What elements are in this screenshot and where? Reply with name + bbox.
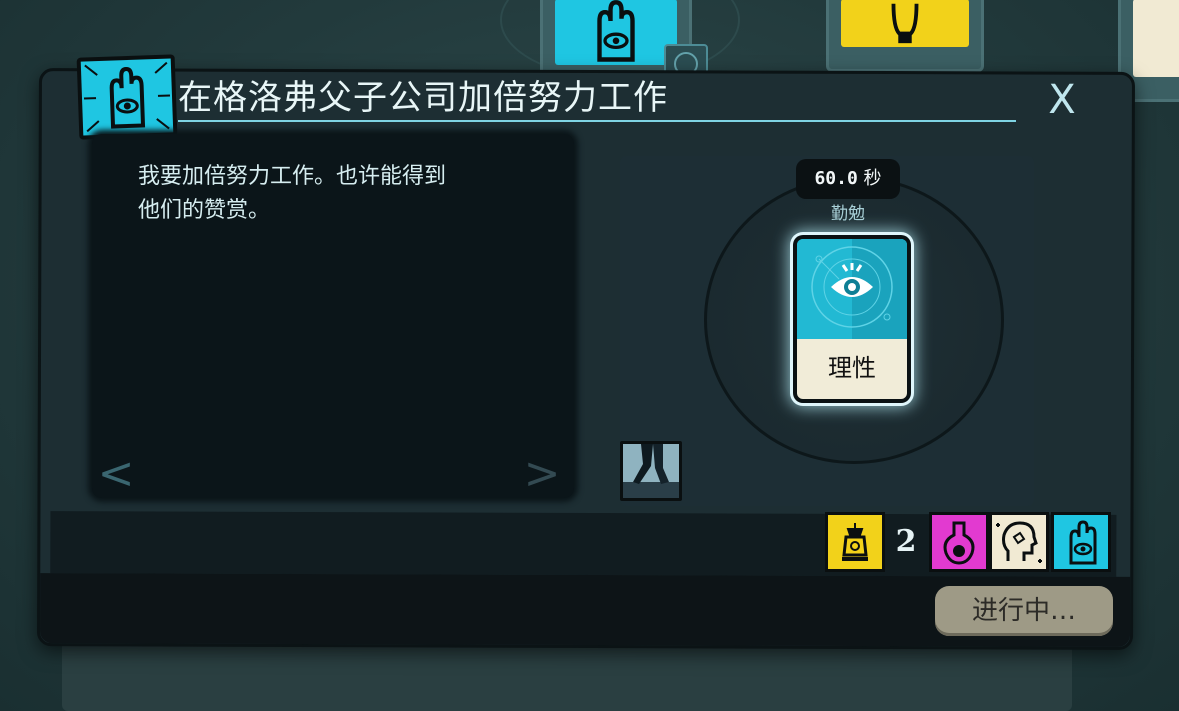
description-line: 我要加倍努力工作。也许能得到 (138, 164, 447, 189)
prev-page-button[interactable]: < (96, 452, 136, 496)
edge-aspect[interactable] (1051, 512, 1111, 572)
reason-card[interactable]: 理性 (793, 235, 911, 403)
lantern-count: 2 (895, 524, 917, 559)
close-button[interactable]: X (1040, 78, 1084, 122)
timer-badge: 60.0 秒 (796, 159, 900, 199)
timer-unit: 秒 (863, 168, 882, 189)
description-line: 他们的赞赏。 (138, 198, 271, 223)
head-icon (992, 515, 1046, 569)
hand-eye-icon (76, 54, 178, 140)
eye-icon (797, 239, 907, 339)
card-art (797, 239, 907, 339)
slot-label: 勤勉 (831, 204, 865, 224)
card-label: 理性 (797, 339, 907, 399)
board-verb-card-lantern[interactable] (826, 0, 984, 72)
lantern-aspect[interactable] (825, 512, 885, 572)
walking-figure-icon (623, 444, 679, 498)
next-page-button[interactable]: > (522, 452, 562, 496)
hand-eye-icon (597, 0, 635, 62)
moth-aspect[interactable] (989, 512, 1049, 572)
lightbulb-icon (891, 3, 919, 44)
passing-card-thumbnail[interactable] (620, 441, 682, 501)
lantern-icon (828, 515, 882, 569)
hand-eye-icon (1054, 515, 1108, 569)
title-underline (178, 120, 1016, 122)
flask-icon (932, 515, 986, 569)
dialog-title: 在格洛弗父子公司加倍努力工作 (178, 78, 668, 118)
grail-aspect[interactable] (929, 512, 989, 572)
status-button[interactable]: 进行中… (935, 586, 1113, 636)
timer-value: 60.0 (814, 168, 858, 189)
description-text: 我要加倍努力工作。也许能得到 他们的赞赏。 (138, 160, 548, 228)
